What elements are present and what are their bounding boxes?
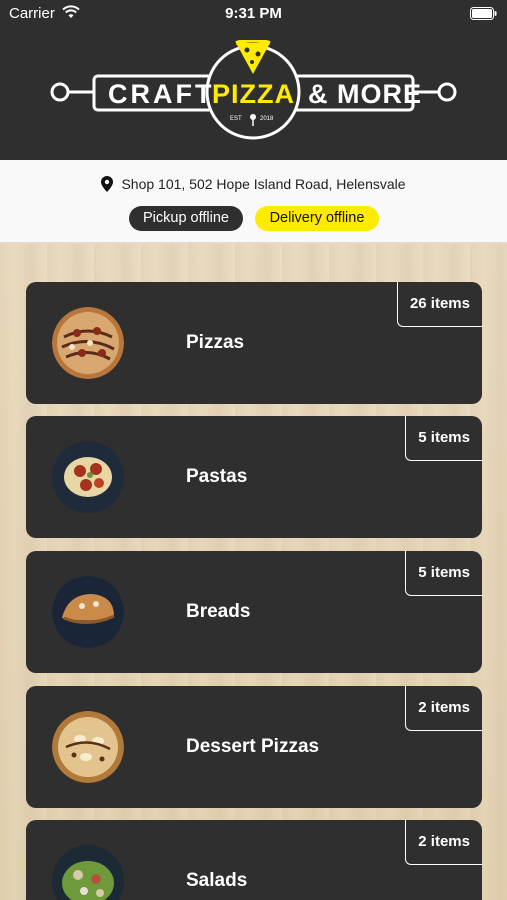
category-title: Pizzas — [186, 332, 245, 353]
pickup-status-badge: Pickup offline — [129, 206, 243, 231]
logo-word-pizza: PIZZA — [212, 79, 295, 109]
category-count: 26 items — [396, 282, 482, 327]
logo-est: EST — [230, 116, 242, 122]
category-card-pizzas[interactable]: Pizzas 26 items — [26, 282, 482, 404]
dessert-pizza-thumbnail — [52, 711, 124, 783]
category-title: Pastas — [186, 466, 248, 487]
category-card-salads[interactable]: Salads 2 items — [26, 820, 482, 900]
salad-thumbnail — [52, 845, 124, 900]
clock: 9:31 PM — [225, 5, 282, 22]
status-bar: Carrier 9:31 PM — [0, 0, 507, 28]
delivery-status-badge: Delivery offline — [255, 206, 379, 231]
category-card-breads[interactable]: Breads 5 items — [26, 551, 482, 673]
category-title: Dessert Pizzas — [186, 736, 320, 757]
location-pin-icon — [101, 176, 114, 192]
category-count: 2 items — [405, 820, 482, 865]
app-header: Carrier 9:31 PM CRAFT PIZZA & MORE EST 2… — [0, 0, 507, 160]
category-card-pastas[interactable]: Pastas 5 items — [26, 416, 482, 538]
bread-thumbnail — [52, 576, 124, 648]
category-count: 2 items — [405, 686, 482, 731]
logo-word-craft: CRAFT — [108, 79, 214, 109]
logo-word-more: & MORE — [308, 79, 422, 109]
store-info-bar: Shop 101, 502 Hope Island Road, Helensva… — [0, 160, 507, 243]
logo-year: 2018 — [260, 116, 274, 122]
store-address-text: Shop 101, 502 Hope Island Road, Helensva… — [121, 176, 406, 192]
pizza-thumbnail — [52, 307, 124, 379]
pasta-thumbnail — [52, 441, 124, 513]
category-title: Salads — [186, 870, 248, 891]
battery-icon — [470, 7, 497, 20]
brand-logo: CRAFT PIZZA & MORE EST 2018 — [50, 40, 457, 140]
store-address[interactable]: Shop 101, 502 Hope Island Road, Helensva… — [0, 176, 507, 192]
category-title: Breads — [186, 601, 251, 622]
category-count: 5 items — [405, 551, 482, 596]
category-card-dessert-pizzas[interactable]: Dessert Pizzas 2 items — [26, 686, 482, 808]
category-count: 5 items — [405, 416, 482, 461]
